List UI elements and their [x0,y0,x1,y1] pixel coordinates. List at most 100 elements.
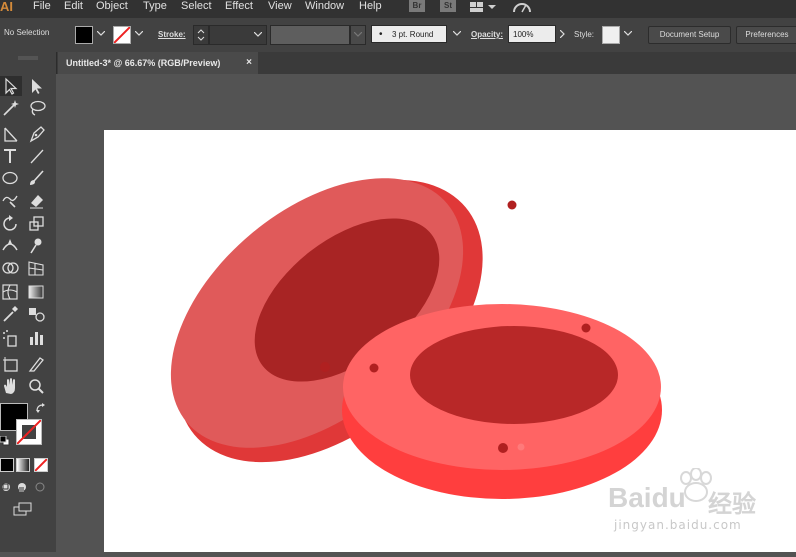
direct-selection-tool[interactable] [26,76,48,96]
pen-icon [29,126,45,143]
line-tool[interactable] [26,146,48,166]
line-icon [4,127,18,142]
fill-swatch[interactable] [75,26,93,44]
swap-colors-icon[interactable] [35,402,47,414]
magic-wand-tool[interactable] [0,98,22,118]
ellipse-tool[interactable] [0,168,22,188]
brush-definition[interactable]: • 3 pt. Round [371,25,447,43]
chevron-down-icon[interactable] [453,31,461,37]
eyedropper-tool[interactable] [0,304,22,324]
eraser-tool[interactable] [26,190,48,210]
ellipse-icon [2,171,18,185]
stock-badge[interactable]: St [440,0,456,12]
perspective-grid-tool[interactable] [26,258,48,278]
pin-icon [30,238,42,254]
blend-icon [29,308,45,322]
watermark-brand: Baidu [608,482,686,513]
mesh-tool[interactable] [0,282,22,302]
type-icon [4,149,16,163]
artboard-tool[interactable] [0,354,22,374]
front-cell-dot [498,443,508,453]
color-mode-button[interactable] [0,458,14,472]
menu-effect[interactable]: Effect [225,0,253,12]
zoom-tool[interactable] [26,376,48,396]
gradient-tool[interactable] [26,282,48,302]
tools-panel [0,52,57,552]
rotate-tool[interactable] [0,214,22,234]
scale-tool[interactable] [26,214,48,234]
workspace-layout-icon[interactable] [470,0,496,18]
symbol-sprayer-tool[interactable] [0,328,22,348]
menu-file[interactable]: File [33,0,51,12]
shape-builder-icon [2,262,19,274]
paintbrush-tool[interactable] [26,168,48,188]
profile-dropdown[interactable] [350,25,366,45]
chevron-down-icon[interactable] [135,31,143,37]
graphic-style-swatch[interactable] [602,26,620,44]
gpu-performance-icon[interactable] [512,0,532,18]
chevron-down-icon [254,32,262,37]
slice-tool[interactable] [26,354,48,374]
shaper-tool[interactable] [0,190,22,210]
chevron-down-icon [354,32,362,37]
chevron-down-icon[interactable] [97,31,105,37]
chevron-down-icon[interactable] [624,31,632,37]
scale-icon [29,216,44,231]
watermark-url: jingyan.baidu.com [614,518,742,532]
eraser-icon [30,195,43,209]
stroke-stepper[interactable] [193,25,209,45]
menu-view[interactable]: View [268,0,292,12]
control-bar: No Selection Stroke: • 3 pt. Round Opaci… [0,18,796,53]
front-cell-dot [369,363,379,373]
menu-edit[interactable]: Edit [64,0,83,12]
draw-modes-icons[interactable] [0,480,50,494]
column-graph-tool[interactable] [26,328,48,348]
opacity-input[interactable]: 100% [508,25,556,43]
style-label: Style: [574,30,595,39]
slice-knife-icon [28,357,44,372]
panel-grip-icon[interactable] [18,56,38,60]
gradient-icon [28,285,44,299]
screen-mode-icon[interactable] [13,502,33,516]
shaper-icon [2,195,18,208]
blend-tool[interactable] [26,304,48,324]
document-tab[interactable]: Untitled-3* @ 66.67% (RGB/Preview) × [58,52,258,74]
document-setup-button[interactable]: Document Setup [648,26,731,44]
brush-dot-icon: • [379,29,383,40]
stroke-swatch[interactable] [113,26,131,44]
menu-object[interactable]: Object [96,0,128,12]
variable-width-profile[interactable] [270,25,350,45]
puppet-warp-tool[interactable] [26,236,48,256]
hand-tool[interactable] [0,376,22,396]
document-tab-title: Untitled-3* @ 66.67% (RGB/Preview) [66,58,221,68]
chevron-right-icon[interactable] [560,30,566,38]
gradient-mode-button[interactable] [16,458,30,472]
selection-tool[interactable] [0,76,22,96]
width-icon [2,239,18,251]
lasso-tool[interactable] [26,98,48,118]
front-cell-dot [581,323,591,333]
line-segment-tool[interactable] [0,124,22,144]
eyedropper-icon [3,306,18,322]
stroke-weight-input[interactable] [209,25,267,45]
close-icon[interactable]: × [246,52,252,74]
none-mode-button[interactable] [34,458,48,472]
paintbrush-icon [30,170,44,185]
menu-select[interactable]: Select [181,0,212,12]
preferences-button[interactable]: Preferences [736,26,796,44]
pen-tool[interactable] [26,124,48,144]
bridge-badge[interactable]: Br [409,0,425,12]
brush-label: 3 pt. Round [392,30,434,39]
shape-builder-tool[interactable] [0,258,22,278]
width-tool[interactable] [0,236,22,256]
stroke-color-box[interactable] [16,419,42,445]
app-logo: AI [0,0,13,14]
lasso-icon [30,100,46,116]
document-tab-bar: Untitled-3* @ 66.67% (RGB/Preview) × [56,52,796,74]
artboard-icon [3,357,18,372]
menu-window[interactable]: Window [305,0,344,12]
type-tool[interactable] [0,146,22,166]
default-colors-icon[interactable] [0,436,10,446]
menu-type[interactable]: Type [143,0,167,12]
menu-help[interactable]: Help [359,0,382,12]
